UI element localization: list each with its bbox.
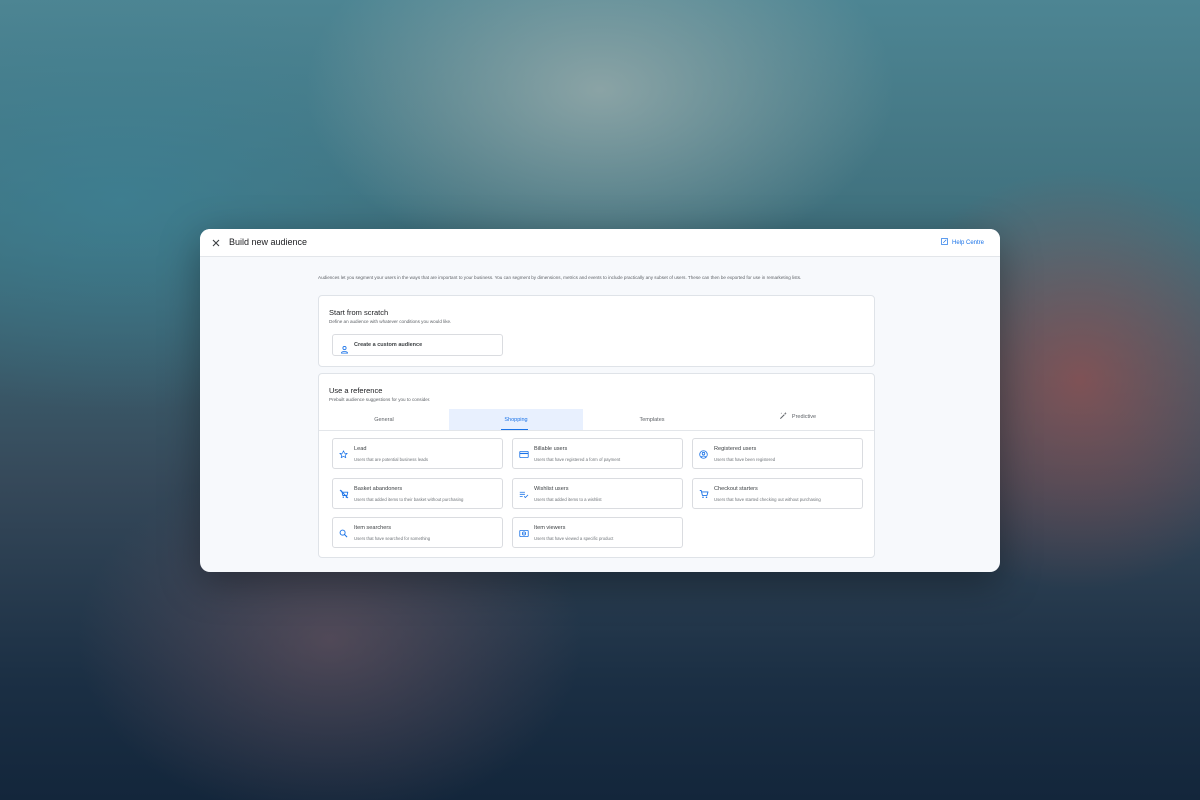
tile-title: Basket abandoners [354,486,403,492]
sparkle-wand-icon [779,411,788,422]
intro-text: Audiences let you segment your users in … [318,275,802,280]
reference-tabs: General Shopping Templates Predictive [319,409,874,431]
reference-title: Use a reference [329,386,383,395]
audience-tile-lead[interactable]: Lead Users that are potential business l… [332,438,503,469]
tab-shopping[interactable]: Shopping [449,409,583,430]
person-icon [340,341,349,359]
tile-description: Users that have searched for something [354,536,431,541]
shopping-cart-icon [699,486,709,504]
tile-title: Checkout starters [714,486,758,492]
product-view-icon [519,525,529,543]
tab-predictive-label: Predictive [791,413,817,420]
tab-templates[interactable]: Templates [583,409,721,430]
use-reference-card: Use a reference Prebuilt audience sugges… [318,373,875,558]
tile-description: Users that have viewed a specific produc… [534,536,614,541]
star-icon [339,446,348,464]
audience-tile-wishlist-users[interactable]: Wishlist users Users that added items to… [512,478,683,509]
account-circle-icon [699,446,708,464]
tile-description: Users that added items to their basket w… [354,497,464,502]
tile-title: Wishlist users [534,486,569,492]
audience-tile-basket-abandoners[interactable]: Basket abandoners Users that added items… [332,478,503,509]
tab-general[interactable]: General [319,409,449,430]
start-from-scratch-card: Start from scratch Define an audience wi… [318,295,875,367]
tab-templates-label: Templates [639,416,665,423]
remove-cart-icon [339,486,349,504]
tile-description: Users that have registered a form of pay… [534,457,621,462]
create-custom-audience-button[interactable]: Create a custom audience [332,334,503,356]
help-centre-link[interactable]: Help Centre [941,238,984,247]
dialog-header: Build new audience Help Centre [200,229,1000,257]
scratch-title: Start from scratch [329,308,389,317]
audience-tile-billable-users[interactable]: Billable users Users that have registere… [512,438,683,469]
tab-shopping-label: Shopping [504,416,528,423]
reference-subtitle: Prebuilt audience suggestions for you to… [329,397,431,402]
tile-description: Users that have started checking out wit… [714,497,821,502]
dialog-title: Build new audience [229,237,308,247]
tile-description: Users that are potential business leads [354,457,429,462]
audience-tile-registered-users[interactable]: Registered users Users that have been re… [692,438,863,469]
playlist-add-check-icon [519,486,529,504]
tile-title: Item viewers [534,525,566,531]
tile-title: Lead [354,446,367,452]
tile-description: Users that added items to a wishlist [534,497,602,502]
close-icon[interactable] [210,236,222,248]
tile-title: Registered users [714,446,757,452]
audience-tile-checkout-starters[interactable]: Checkout starters Users that have starte… [692,478,863,509]
audience-tile-item-searchers[interactable]: Item searchers Users that have searched … [332,517,503,548]
tile-description: Users that have been registered [714,457,776,462]
tile-title: Billable users [534,446,568,452]
credit-card-icon [519,446,529,464]
audience-tile-item-viewers[interactable]: Item viewers Users that have viewed a sp… [512,517,683,548]
tile-title: Item searchers [354,525,391,531]
tab-general-label: General [374,416,394,423]
open-in-new-icon [941,238,948,247]
help-centre-label: Help Centre [951,239,984,246]
search-icon [339,525,348,543]
tab-predictive[interactable]: Predictive [721,406,874,427]
create-custom-audience-label: Create a custom audience [354,342,423,348]
scratch-subtitle: Define an audience with whatever conditi… [329,319,452,324]
build-audience-dialog: Build new audience Help Centre Audiences… [200,229,1000,572]
